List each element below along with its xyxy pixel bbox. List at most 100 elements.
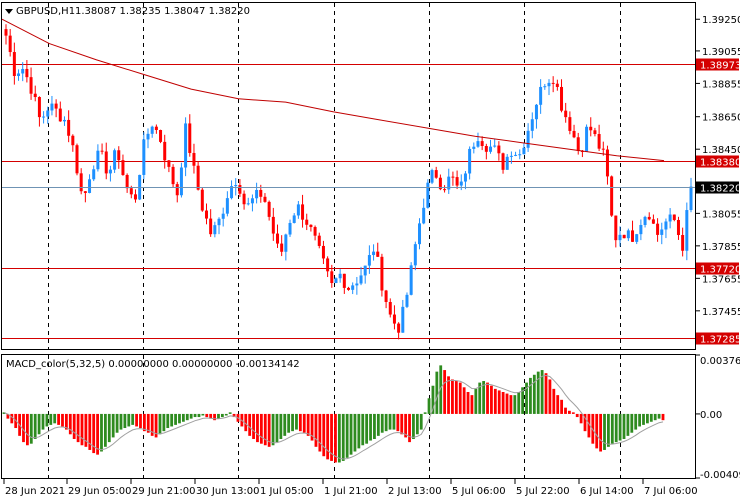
macd-bar [174,413,177,425]
candle-body [58,108,62,122]
macd-bar [493,388,497,414]
candle-body [309,224,313,228]
candle-body [497,145,501,154]
macd-bar [415,413,419,435]
candle-body [104,151,108,174]
candle-body [296,204,300,216]
candle-body [530,119,534,131]
macd-bar [451,379,454,414]
candle-body [455,177,459,186]
macd-bar [287,413,291,433]
candle-body [250,198,254,204]
candle-body [605,149,609,177]
candle-body [209,218,213,235]
candle-body [267,201,271,217]
candle-body [242,193,246,205]
candle-body [443,189,447,191]
candle-body [355,283,359,286]
candle-body [54,103,58,109]
macd-bar [517,391,521,414]
price-tick-label: 1.38450 [702,145,740,156]
candle-body [618,234,622,241]
macd-bar [373,413,376,439]
candle-body [568,117,572,131]
price-tick-label: 1.37655 [702,274,740,285]
trading-chart[interactable]: 1.39250 1.39055 1.38855 1.38650 1.38450 1.380… [0,0,740,500]
macd-bar [10,413,14,424]
macd-bar [657,413,661,419]
time-tick-label: 6 Jul 14:00 [580,486,634,497]
price-tick-label: 1.38055 [702,209,740,220]
macd-bar [497,390,501,414]
candle-body [392,314,396,324]
macd-bar [447,376,450,414]
macd-bar [571,412,575,414]
macd-window[interactable]: 0.0037620 0.00 -0.004091 MACD_color(5,32,5… [1,354,740,482]
macd-bar [646,413,649,424]
price-tick-label: 1.38650 [702,113,740,124]
macd-bar [341,413,345,461]
candle-body [321,245,325,259]
macd-bar [256,413,259,443]
collapse-triangle-icon[interactable] [5,9,13,14]
macd-bar [412,413,415,439]
candle-body [175,184,179,196]
macd-bar [158,413,162,435]
macd-bar [170,413,174,427]
macd-bar [560,399,564,414]
candle-body [635,234,639,242]
candle-body [480,141,484,147]
macd-bar [380,413,384,433]
macd-bar [501,391,505,414]
macd-bar [614,413,618,443]
price-tick-label: 1.37855 [702,242,740,253]
macd-bar [568,410,571,414]
macd-bar [45,413,49,427]
candle-body [184,123,188,168]
macd-tick-label: -0.004091 [700,470,740,481]
macd-bar [349,413,353,455]
macd-bar [123,413,127,429]
macd-bar [462,387,466,414]
symbol-label: GBPUSD,H1 [16,6,75,17]
macd-bar [111,413,115,438]
candle-body [422,207,426,224]
candle-body [597,134,601,149]
macd-bar [248,413,252,436]
main-window[interactable]: 1.39250 1.39055 1.38855 1.38650 1.38450 1.380… [1,2,740,350]
macd-bar [345,413,349,458]
macd-bar [337,413,341,463]
macd-bar [626,413,630,436]
candle-body [217,218,221,226]
candle-body [4,29,8,36]
macd-bar [400,413,404,435]
candle-body [317,235,321,246]
candle-body [125,174,129,189]
macd-bar [283,413,287,436]
candle-body [301,204,305,220]
macd-bar [419,413,423,430]
macd-bar [318,413,322,452]
macd-bar [575,413,579,418]
candle-body [12,52,16,76]
candle-body [380,256,384,291]
macd-bar [326,413,330,460]
candle-body [46,110,50,117]
macd-bar [115,413,119,433]
macd-bar [548,379,552,414]
candle-body [413,244,417,266]
candle-body [397,323,401,333]
candle-body [614,215,618,241]
candle-body [409,265,413,295]
time-axis: 28 Jun 2021 29 Jun 05:00 29 Jun 21:00 30 Ju… [3,479,698,497]
macd-bar [556,395,560,414]
macd-bar [178,413,181,424]
candle-body [79,173,83,192]
candle-body [359,275,363,284]
candle-body [88,179,92,193]
candle-body [526,130,530,148]
candle-body [514,154,518,156]
macd-bar [49,413,53,425]
candle-body [639,224,643,235]
candle-body [405,294,409,307]
